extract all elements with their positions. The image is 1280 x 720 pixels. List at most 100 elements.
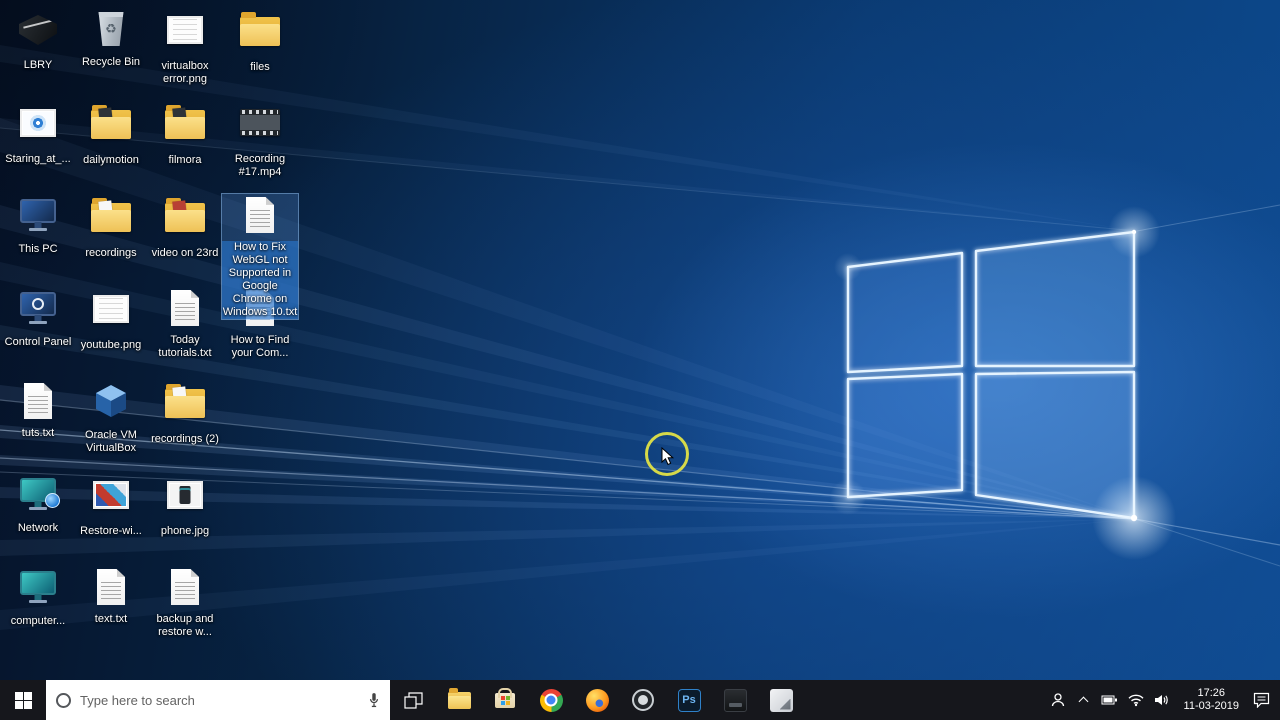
icon-label: How to Fix WebGL not Supported in Google… bbox=[222, 241, 298, 319]
desktop-icon-backup-restore[interactable]: backup and restore w... bbox=[147, 566, 223, 639]
windows-start-icon bbox=[14, 691, 32, 709]
people-button[interactable] bbox=[1045, 692, 1071, 708]
text-file-icon bbox=[246, 197, 274, 233]
mouse-cursor bbox=[661, 447, 675, 466]
wifi-icon bbox=[1128, 694, 1144, 706]
text-file-icon bbox=[24, 383, 52, 419]
icon-label: dailymotion bbox=[83, 154, 139, 166]
folder-icon bbox=[165, 384, 205, 418]
icon-label: recordings (2) bbox=[151, 433, 219, 445]
chevron-up-icon bbox=[1078, 696, 1089, 707]
battery-button[interactable] bbox=[1097, 695, 1123, 705]
battery-icon bbox=[1101, 695, 1118, 705]
desktop-icon-recordings[interactable]: recordings bbox=[73, 194, 149, 260]
icon-label: Network bbox=[17, 522, 59, 534]
taskbar-app-dark[interactable] bbox=[712, 680, 758, 720]
desktop[interactable]: LBRY Staring_at_... This PC Control Pane… bbox=[0, 0, 1280, 680]
icon-label: Recording #17.mp4 bbox=[234, 153, 286, 178]
media-app-icon bbox=[769, 688, 793, 712]
desktop-icon-network[interactable]: Network bbox=[0, 473, 76, 535]
desktop-icon-filmora[interactable]: filmora bbox=[147, 101, 223, 167]
icon-label: tuts.txt bbox=[21, 427, 55, 439]
icon-label: This PC bbox=[18, 243, 58, 255]
text-file-icon bbox=[171, 569, 199, 605]
icon-label: backup and restore w... bbox=[156, 613, 214, 638]
taskbar-search-box[interactable]: Type here to search bbox=[46, 680, 390, 720]
folder-icon bbox=[240, 12, 280, 46]
chrome-icon bbox=[539, 688, 563, 712]
desktop-icon-webgl-file-selected[interactable]: How to Fix WebGL not Supported in Google… bbox=[221, 193, 299, 320]
action-center-icon bbox=[1253, 692, 1269, 708]
desktop-icon-today-tutorials[interactable]: Today tutorials.txt bbox=[147, 287, 223, 360]
taskbar-app-file-explorer[interactable] bbox=[436, 680, 482, 720]
taskbar: Type here to search Ps 17:26 11-03-2019 bbox=[0, 680, 1280, 720]
taskbar-app-photoshop[interactable]: Ps bbox=[666, 680, 712, 720]
video-file-icon bbox=[240, 109, 280, 136]
start-button[interactable] bbox=[0, 680, 46, 720]
desktop-icon-youtube-png[interactable]: youtube.png bbox=[73, 287, 149, 352]
folder-icon bbox=[165, 105, 205, 139]
microsoft-store-icon bbox=[495, 692, 515, 708]
network-button[interactable] bbox=[1123, 694, 1149, 707]
desktop-icon-computer[interactable]: computer... bbox=[0, 566, 76, 628]
icon-label: computer... bbox=[10, 615, 66, 627]
search-placeholder: Type here to search bbox=[80, 692, 195, 708]
people-icon bbox=[1051, 693, 1064, 707]
volume-button[interactable] bbox=[1149, 693, 1175, 707]
action-center-button[interactable] bbox=[1248, 692, 1274, 708]
image-file-icon bbox=[167, 16, 203, 44]
desktop-icon-phone-jpg[interactable]: phone.jpg bbox=[147, 473, 223, 538]
icon-label: recordings bbox=[85, 247, 137, 259]
desktop-icon-staring-at[interactable]: Staring_at_... bbox=[0, 101, 76, 166]
windows-desktop-screen: LBRY Staring_at_... This PC Control Pane… bbox=[0, 0, 1280, 720]
desktop-icon-recordings-2[interactable]: recordings (2) bbox=[147, 380, 223, 446]
taskbar-app-chrome[interactable] bbox=[528, 680, 574, 720]
desktop-icon-recording-17[interactable]: Recording #17.mp4 bbox=[222, 101, 298, 179]
computer-icon bbox=[20, 571, 56, 595]
clock-time: 17:26 bbox=[1197, 687, 1226, 699]
icon-label: Oracle VM VirtualBox bbox=[85, 429, 137, 454]
desktop-icon-files[interactable]: files bbox=[222, 8, 298, 74]
photoshop-icon: Ps bbox=[677, 688, 701, 712]
taskbar-clock[interactable]: 17:26 11-03-2019 bbox=[1175, 687, 1248, 713]
folder-icon bbox=[91, 198, 131, 232]
screen-recorder-icon bbox=[632, 689, 654, 711]
file-explorer-icon bbox=[447, 687, 471, 709]
dark-app-icon bbox=[723, 688, 747, 712]
desktop-icon-text-txt[interactable]: text.txt bbox=[73, 566, 149, 626]
desktop-icon-virtualbox-error[interactable]: virtualbox error.png bbox=[147, 8, 223, 86]
task-view-icon bbox=[403, 691, 423, 709]
icon-label: filmora bbox=[168, 154, 202, 166]
desktop-icon-dailymotion[interactable]: dailymotion bbox=[73, 101, 149, 167]
taskbar-app-microsoft-store[interactable] bbox=[482, 680, 528, 720]
lbry-icon bbox=[19, 15, 57, 45]
icon-label: phone.jpg bbox=[160, 525, 210, 537]
icon-label: Recycle Bin bbox=[81, 56, 141, 68]
icon-label: youtube.png bbox=[80, 339, 142, 351]
microphone-icon[interactable] bbox=[368, 691, 380, 709]
icon-label: Restore-wi... bbox=[80, 525, 142, 537]
icon-label: Today tutorials.txt bbox=[158, 334, 212, 359]
taskbar-app-media[interactable] bbox=[758, 680, 804, 720]
taskbar-app-screen-recorder[interactable] bbox=[620, 680, 666, 720]
hidden-icons-button[interactable] bbox=[1071, 695, 1097, 707]
system-tray: 17:26 11-03-2019 bbox=[1045, 680, 1280, 720]
taskbar-app-firefox[interactable] bbox=[574, 680, 620, 720]
image-file-icon bbox=[20, 109, 56, 137]
desktop-icon-oracle-virtualbox[interactable]: Oracle VM VirtualBox bbox=[73, 380, 149, 455]
desktop-icon-control-panel[interactable]: Control Panel bbox=[0, 287, 76, 349]
image-file-icon bbox=[167, 481, 203, 509]
icon-label: text.txt bbox=[94, 613, 128, 625]
desktop-icon-restore-wi[interactable]: Restore-wi... bbox=[73, 473, 149, 538]
task-view-button[interactable] bbox=[390, 680, 436, 720]
clock-date: 11-03-2019 bbox=[1183, 700, 1239, 712]
speaker-icon bbox=[1154, 695, 1168, 705]
firefox-icon bbox=[585, 688, 609, 712]
desktop-icon-video-on-23rd[interactable]: video on 23rd bbox=[147, 194, 223, 260]
desktop-icon-this-pc[interactable]: This PC bbox=[0, 194, 76, 256]
desktop-icon-recycle-bin[interactable]: Recycle Bin bbox=[73, 8, 149, 69]
desktop-icon-tuts-txt[interactable]: tuts.txt bbox=[0, 380, 76, 440]
virtualbox-icon bbox=[96, 385, 126, 417]
image-file-icon bbox=[93, 481, 129, 509]
desktop-icon-lbry[interactable]: LBRY bbox=[0, 8, 76, 72]
